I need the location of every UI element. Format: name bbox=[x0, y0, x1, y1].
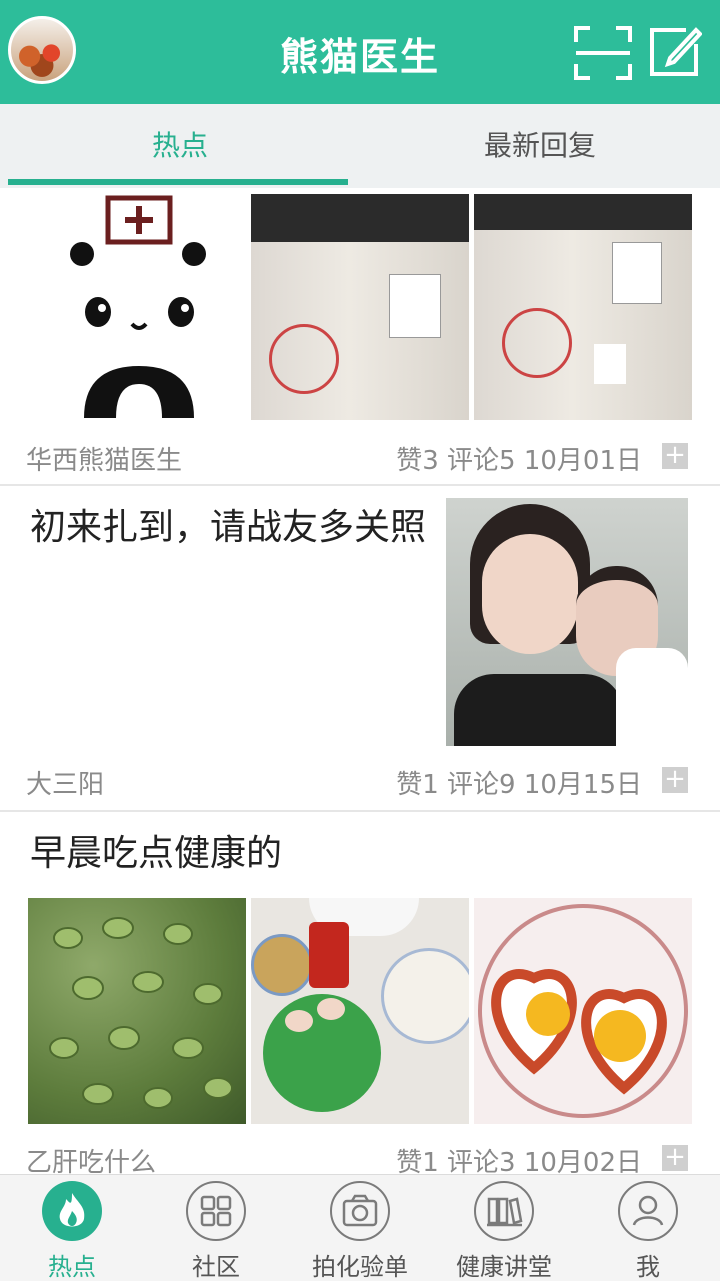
post-title: 初来扎到，请战友多关照 bbox=[30, 507, 427, 548]
tab-bar: 热点 最新回复 bbox=[0, 104, 720, 189]
nav-label: 我 bbox=[636, 1253, 660, 1281]
feed-post[interactable]: 华西熊猫医生 赞3 评论5 10月01日 + bbox=[0, 188, 720, 486]
selfie-image bbox=[446, 498, 688, 746]
nav-item-lab-report[interactable]: 拍化验单 bbox=[288, 1175, 432, 1281]
user-icon bbox=[618, 1181, 678, 1241]
tab-latest-reply[interactable]: 最新回复 bbox=[360, 104, 720, 188]
plus-icon[interactable]: + bbox=[662, 766, 688, 793]
plus-icon[interactable]: + bbox=[662, 1144, 688, 1171]
feed-post[interactable]: 初来扎到，请战友多关照 大三阳 赞1 评论9 10月15日 + bbox=[0, 488, 720, 812]
tab-hot[interactable]: 热点 bbox=[0, 104, 360, 188]
scan-icon[interactable] bbox=[574, 26, 632, 80]
plus-icon[interactable]: + bbox=[662, 442, 688, 469]
camera-icon bbox=[330, 1181, 390, 1241]
books-icon bbox=[474, 1181, 534, 1241]
nav-item-community[interactable]: 社区 bbox=[144, 1175, 288, 1281]
post-title: 早晨吃点健康的 bbox=[30, 833, 283, 874]
edit-icon[interactable] bbox=[646, 24, 702, 80]
tab-indicator bbox=[8, 179, 348, 185]
post-stats: 赞1 评论9 10月15日 bbox=[396, 770, 642, 800]
nav-item-hot[interactable]: 热点 bbox=[0, 1175, 144, 1281]
beans-image bbox=[28, 898, 246, 1124]
nav-item-health-lecture[interactable]: 健康讲堂 bbox=[432, 1175, 576, 1281]
post-stats: 赞3 评论5 10月01日 bbox=[396, 446, 642, 476]
nav-item-me[interactable]: 我 bbox=[576, 1175, 720, 1281]
nav-label: 拍化验单 bbox=[312, 1253, 408, 1281]
flame-icon bbox=[42, 1181, 102, 1241]
grid-icon bbox=[186, 1181, 246, 1241]
nav-label: 健康讲堂 bbox=[456, 1253, 552, 1281]
heart-eggs-image bbox=[474, 898, 692, 1124]
post-author[interactable]: 大三阳 bbox=[26, 764, 104, 801]
bottom-nav: 热点 社区 拍化验单 健康讲堂 我 bbox=[0, 1174, 720, 1281]
breakfast-image bbox=[251, 898, 469, 1124]
post-author[interactable]: 华西熊猫医生 bbox=[26, 440, 182, 477]
app-header: 熊猫医生 bbox=[0, 0, 720, 104]
panda-image bbox=[28, 194, 246, 420]
nav-label: 社区 bbox=[192, 1253, 240, 1281]
feed-post[interactable]: 早晨吃点健康的 乙肝吃什么 赞1 评论3 10月02日 + bbox=[0, 812, 720, 1178]
certificate-image-2 bbox=[474, 194, 692, 420]
certificate-image-1 bbox=[251, 194, 469, 420]
nav-label: 热点 bbox=[48, 1253, 96, 1281]
